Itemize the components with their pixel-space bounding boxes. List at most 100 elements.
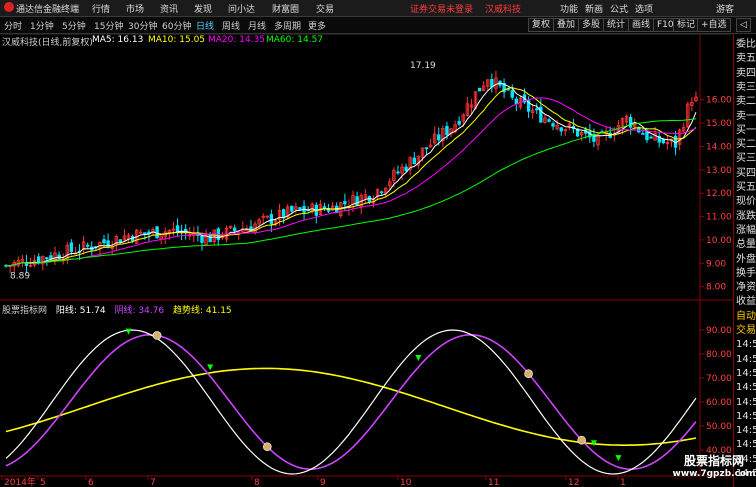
candle-body — [510, 90, 514, 98]
ma10-line — [5, 87, 697, 267]
candle-body — [477, 87, 482, 92]
ma5-line — [5, 82, 697, 267]
side-panel-item: 买二 — [736, 139, 756, 151]
watermark-url: www.7gpzb.com — [672, 469, 756, 479]
candle-body — [559, 127, 563, 132]
price-tick-label: 14.00 — [706, 142, 732, 152]
indicator-axis: 90.0080.0070.0060.0050.0040.00 — [700, 326, 732, 456]
signal-dot-icon — [263, 442, 272, 452]
quote-side-panel: 委比 卖五 卖四 卖三 卖二 卖一 买一 买二 买三 买四 买五 现价 涨跌 涨幅 总量 外盘 换手 净资 收益 自动… — [733, 34, 756, 487]
side-panel-item: 自动 — [736, 310, 756, 322]
side-panel-item: 14:5 — [736, 439, 756, 451]
time-tick-label: 11 — [488, 478, 499, 487]
candle-body — [547, 119, 551, 122]
side-panel-item: 涨跌 — [736, 210, 756, 222]
candle-body — [514, 98, 519, 105]
watermark-title: 股票指标网 — [683, 454, 744, 468]
side-panel-item: 买三 — [736, 153, 756, 165]
side-panel-item: 买四 — [736, 167, 756, 179]
side-panel-item: 卖一 — [736, 110, 756, 122]
candle-body — [69, 242, 74, 252]
side-panel-item: 卖二 — [736, 96, 756, 108]
side-panel-item: 买五 — [736, 182, 756, 193]
price-tick-label: 15.00 — [706, 119, 732, 129]
side-panel-item: 14:5 — [736, 396, 756, 408]
watermark: 股票指标网 www.7gpzb.com — [672, 452, 756, 479]
candle-body — [379, 191, 384, 194]
candle-body — [298, 207, 302, 210]
candle-body — [343, 201, 347, 205]
time-tick-label: 7 — [150, 478, 156, 487]
candle-body — [661, 138, 665, 144]
side-panel-item: 卖三 — [736, 81, 756, 93]
candle-body — [641, 133, 645, 135]
buy-signal-arrow-icon — [615, 455, 622, 462]
time-tick-label: 1 — [620, 478, 626, 487]
time-tick-label: 10 — [400, 478, 412, 487]
time-tick-label: 9 — [320, 478, 326, 487]
side-panel-item: 14:5 — [736, 382, 756, 394]
candle-body — [355, 196, 359, 206]
side-panel-item: 交易 — [736, 325, 756, 336]
indicator-name: 股票指标网 — [2, 306, 48, 316]
price-tick-label: 11.00 — [706, 213, 732, 223]
candle-body — [232, 227, 237, 232]
signal-dot-icon — [152, 331, 162, 340]
candle-body — [490, 78, 494, 88]
indicator-tick-label: 70.00 — [706, 374, 732, 384]
indicator-tick-label: 90.00 — [706, 326, 732, 336]
price-tick-label: 13.00 — [706, 166, 732, 176]
side-panel-item: 现价 — [736, 196, 756, 208]
trend-line — [5, 367, 697, 446]
price-axis: 16.00 15.00 14.00 13.00 12.00 11.00 10.00 9.00 8… — [700, 96, 732, 293]
candle-body — [200, 235, 204, 243]
candle-body — [49, 255, 53, 260]
side-panel-item: 总量 — [736, 239, 756, 251]
side-panel-item: 14:5 — [736, 353, 756, 365]
low-price-label: 8.89 — [10, 271, 30, 281]
moving-averages: 17.19 8.89 — [5, 61, 697, 281]
candle-body — [628, 116, 633, 128]
buy-signal-arrow-icon — [125, 328, 132, 335]
buy-signal-arrow-icon — [415, 355, 422, 362]
candle-body — [457, 121, 461, 125]
buy-signal-arrow-icon — [207, 364, 214, 371]
side-panel-item: 净资 — [736, 282, 756, 294]
time-tick-label: 6 — [88, 478, 94, 487]
candle-body — [424, 147, 429, 150]
side-panel-item: 卖五 — [736, 53, 756, 65]
side-panel-item: 买一 — [736, 124, 756, 136]
side-panel-item: 委比 — [736, 39, 756, 50]
time-axis: 2014年 5 6 7 8 9 10 11 12 1 — [1, 476, 626, 487]
candle-body — [155, 226, 159, 239]
side-panel-item: 14:5 — [736, 367, 756, 379]
candle-body — [396, 171, 400, 174]
yin-line-legend: 阴线: 34.76 — [114, 306, 165, 316]
price-chart[interactable]: 17.19 8.89 16.00 15.00 14.00 13.00 12.00 11.00… — [0, 0, 733, 487]
candle-body — [102, 239, 106, 244]
yin-line — [5, 333, 697, 471]
time-tick-label: 2014年 — [4, 476, 36, 487]
candlesticks — [4, 70, 698, 274]
signal-dot-icon — [524, 369, 533, 378]
side-panel-item: 收益 — [736, 296, 756, 308]
candle-body — [290, 205, 294, 212]
candle-body — [208, 234, 212, 243]
side-panel-item: 14:5 — [736, 339, 756, 351]
candle-body — [143, 232, 147, 235]
candle-body — [404, 166, 408, 172]
candle-body — [551, 123, 555, 127]
time-tick-label: 5 — [40, 478, 46, 487]
price-tick-label: 16.00 — [706, 96, 732, 106]
signal-dot-icon — [577, 435, 586, 445]
indicator-tick-label: 50.00 — [706, 422, 732, 432]
side-panel-item: 卖四 — [736, 67, 756, 79]
collapse-panel-button[interactable]: ◁ — [736, 18, 751, 32]
side-panel-item: 换手 — [736, 267, 756, 279]
yang-line — [5, 329, 697, 475]
time-tick-label: 12 — [568, 478, 579, 487]
price-tick-label: 12.00 — [706, 189, 732, 199]
indicator-header: 股票指标网 阳线: 51.74 阴线: 34.76 趋势线: 41.15 — [2, 303, 232, 316]
price-tick-label: 8.00 — [706, 283, 726, 293]
indicator-chart — [5, 328, 697, 475]
